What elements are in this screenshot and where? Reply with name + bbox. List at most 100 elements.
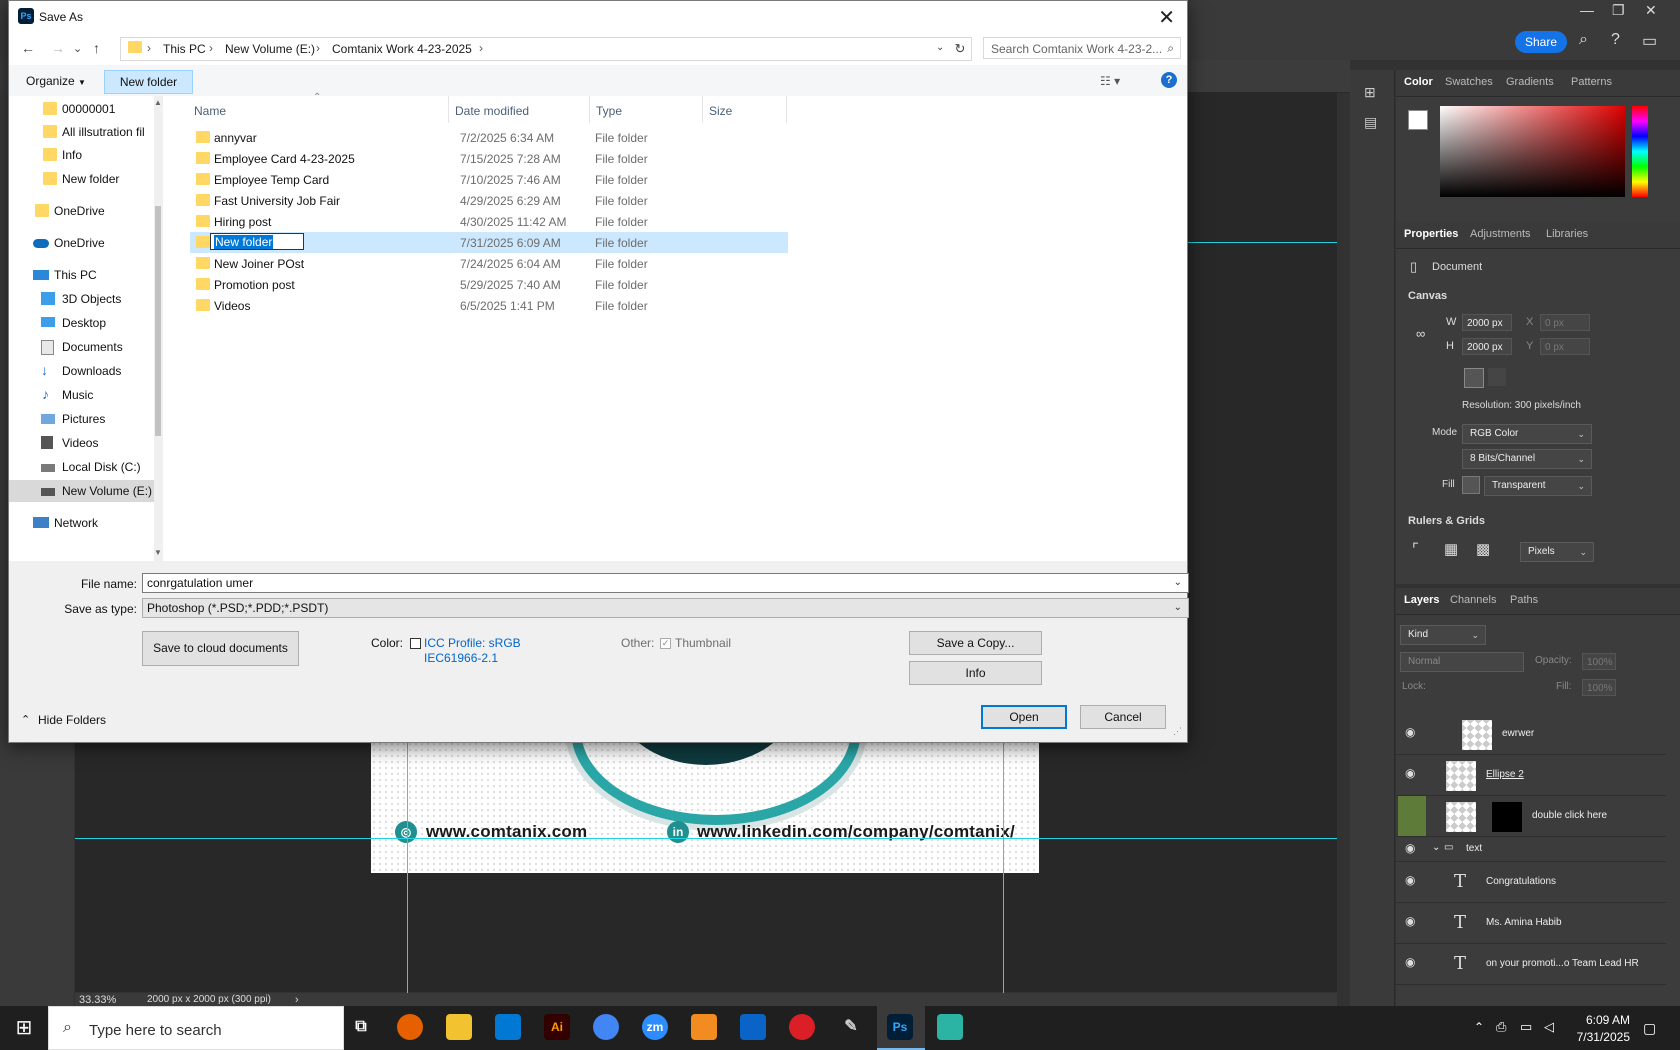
illustrator-icon[interactable]: Ai xyxy=(544,1014,570,1040)
chevron-up-icon[interactable]: ⌃ xyxy=(1474,1020,1484,1034)
mode-dropdown[interactable]: RGB Color ⌄ xyxy=(1462,424,1592,444)
tab-layers[interactable]: Layers xyxy=(1404,594,1439,606)
ruler-icon[interactable]: ⌜ xyxy=(1412,540,1419,558)
units-dropdown[interactable]: Pixels ⌄ xyxy=(1520,542,1594,562)
close-window-icon[interactable]: ✕ xyxy=(1645,2,1657,19)
file-row[interactable]: Videos 6/5/2025 1:41 PM File folder xyxy=(190,295,788,316)
search-icon[interactable]: ⌕ xyxy=(1579,31,1588,49)
nav-item-info[interactable]: Info xyxy=(9,144,154,166)
pixel-grid-icon[interactable]: ▩ xyxy=(1476,540,1490,558)
layer-row[interactable]: double click here xyxy=(1396,796,1666,837)
y-field[interactable]: 0 px xyxy=(1540,338,1590,355)
layer-group-name[interactable]: text xyxy=(1466,843,1482,854)
photoshop-icon[interactable]: Ps xyxy=(887,1014,913,1040)
organize-button[interactable]: Organize ▼ xyxy=(26,74,86,88)
guide-vertical[interactable] xyxy=(1003,741,1004,993)
chrome-icon[interactable] xyxy=(593,1014,619,1040)
file-row[interactable]: annyvar 7/2/2025 6:34 AM File folder xyxy=(190,127,788,148)
column-divider[interactable] xyxy=(786,96,787,123)
zoom-icon[interactable]: zm xyxy=(642,1014,668,1040)
layer-name[interactable]: on your promoti...o Team Lead HR xyxy=(1486,958,1639,969)
firefox-icon[interactable] xyxy=(397,1014,423,1040)
column-header-date[interactable]: Date modified xyxy=(455,104,529,118)
view-options-icon[interactable]: ☷ ▾ xyxy=(1100,74,1120,88)
foreground-color-swatch[interactable] xyxy=(1408,110,1428,130)
minimize-icon[interactable]: — xyxy=(1580,2,1594,18)
guide-vertical[interactable] xyxy=(407,741,408,993)
tab-libraries[interactable]: Libraries xyxy=(1546,228,1588,240)
link-icon[interactable]: ∞ xyxy=(1416,326,1425,341)
scroll-up-icon[interactable]: ▲ xyxy=(154,98,162,107)
tab-gradients[interactable]: Gradients xyxy=(1506,76,1554,88)
chevron-right-icon[interactable]: › xyxy=(147,41,151,55)
save-a-copy-button[interactable]: Save a Copy... xyxy=(909,631,1042,655)
nav-item-new-volume[interactable]: New Volume (E:) xyxy=(9,480,154,502)
chevron-down-icon[interactable]: ⌄ xyxy=(1174,574,1182,592)
up-arrow-icon[interactable]: ↑ xyxy=(93,40,100,56)
nav-item-all-illustration[interactable]: All illsutration fil xyxy=(9,121,154,143)
printer-icon[interactable]: ⎙ xyxy=(1496,1019,1506,1035)
comments-icon[interactable]: ▤ xyxy=(1364,114,1377,131)
task-view-icon[interactable]: ⧉ xyxy=(348,1014,374,1040)
cancel-button[interactable]: Cancel xyxy=(1080,705,1166,729)
nav-item-documents[interactable]: Documents xyxy=(9,336,154,358)
hide-folders-button[interactable]: Hide Folders xyxy=(38,713,106,727)
opacity-field[interactable]: 100% xyxy=(1582,653,1616,670)
tab-properties[interactable]: Properties xyxy=(1404,228,1458,240)
column-header-name[interactable]: Name xyxy=(194,104,226,118)
chevron-down-icon[interactable]: ⌄ xyxy=(73,42,82,55)
nav-item-onedrive[interactable]: OneDrive xyxy=(9,232,154,254)
tab-channels[interactable]: Channels xyxy=(1450,594,1496,606)
file-row[interactable]: Employee Temp Card 7/10/2025 7:46 AM File … xyxy=(190,169,788,190)
tab-paths[interactable]: Paths xyxy=(1510,594,1538,606)
rename-input[interactable]: New folder xyxy=(210,233,304,250)
layer-fill-field[interactable]: 100% xyxy=(1582,679,1616,696)
tab-swatches[interactable]: Swatches xyxy=(1445,76,1493,88)
column-divider[interactable] xyxy=(702,96,703,123)
file-row-selected[interactable]: New folder 7/31/2025 6:09 AM File folder xyxy=(190,232,788,253)
chevron-right-icon[interactable]: › xyxy=(316,41,320,55)
address-bar[interactable]: › This PC › New Volume (E:) › Comtanix W… xyxy=(120,37,954,61)
chevron-right-icon[interactable]: › xyxy=(479,41,483,55)
layer-name[interactable]: Ms. Amina Habib xyxy=(1486,917,1562,928)
layer-filter-dropdown[interactable]: Kind ⌄ xyxy=(1400,625,1486,645)
nav-item-local-disk[interactable]: Local Disk (C:) xyxy=(9,456,154,478)
info-button[interactable]: Info xyxy=(909,661,1042,685)
tab-adjustments[interactable]: Adjustments xyxy=(1470,228,1531,240)
fill-swatch[interactable] xyxy=(1462,476,1480,494)
resize-grip-icon[interactable]: ⋰ xyxy=(1173,726,1182,737)
layer-mask-thumbnail[interactable] xyxy=(1492,802,1522,832)
guide-horizontal[interactable] xyxy=(75,838,1337,839)
layer-row[interactable]: ◉ T on your promoti...o Team Lead HR xyxy=(1396,944,1666,985)
breadcrumb-comtanix-work[interactable]: Comtanix Work 4-23-2025 xyxy=(332,42,472,56)
taskbar-search[interactable]: ⌕ Type here to search xyxy=(48,1006,344,1050)
file-name-input[interactable]: conrgatulation umer ⌄ xyxy=(142,573,1189,593)
save-type-select[interactable]: Photoshop (*.PSD;*.PDD;*.PSDT) ⌄ xyxy=(142,598,1189,618)
eye-icon[interactable]: ◉ xyxy=(1405,767,1419,779)
taskbar-clock[interactable]: 6:09 AM 7/31/2025 xyxy=(1560,1012,1630,1046)
canvas-section-label[interactable]: Canvas xyxy=(1408,290,1447,302)
chevron-right-icon[interactable]: › xyxy=(295,994,299,1006)
tab-color[interactable]: Color xyxy=(1404,76,1433,88)
refresh-icon[interactable]: ↻ xyxy=(949,37,972,61)
outlook-icon[interactable] xyxy=(740,1014,766,1040)
file-row[interactable]: Promotion post 5/29/2025 7:40 AM File fold… xyxy=(190,274,788,295)
history-icon[interactable]: ⊞ xyxy=(1364,84,1376,101)
layer-row[interactable]: ◉ ewrwer xyxy=(1396,714,1666,755)
nav-item-pictures[interactable]: Pictures xyxy=(9,408,154,430)
column-header-type[interactable]: Type xyxy=(596,104,622,118)
document-canvas[interactable]: ◎ www.comtanix.com in www.linkedin.com/c… xyxy=(371,735,1039,873)
windows-start-icon[interactable]: ⊞ xyxy=(0,1006,48,1050)
xampp-icon[interactable] xyxy=(691,1014,717,1040)
breadcrumb-this-pc[interactable]: This PC xyxy=(163,42,206,56)
layer-name[interactable]: Congratulations xyxy=(1486,876,1556,887)
nav-item-00000001[interactable]: 00000001 xyxy=(9,98,154,120)
column-divider[interactable] xyxy=(589,96,590,123)
layer-name[interactable]: Ellipse 2 xyxy=(1486,769,1524,780)
hue-slider[interactable] xyxy=(1632,106,1648,197)
zoom-level[interactable]: 33.33% xyxy=(79,994,116,1006)
icc-profile-checkbox[interactable] xyxy=(410,638,421,649)
workspace-icon[interactable]: ▭ xyxy=(1642,31,1657,51)
chevron-right-icon[interactable]: › xyxy=(209,41,213,55)
volume-icon[interactable]: ◁ xyxy=(1544,1019,1554,1035)
